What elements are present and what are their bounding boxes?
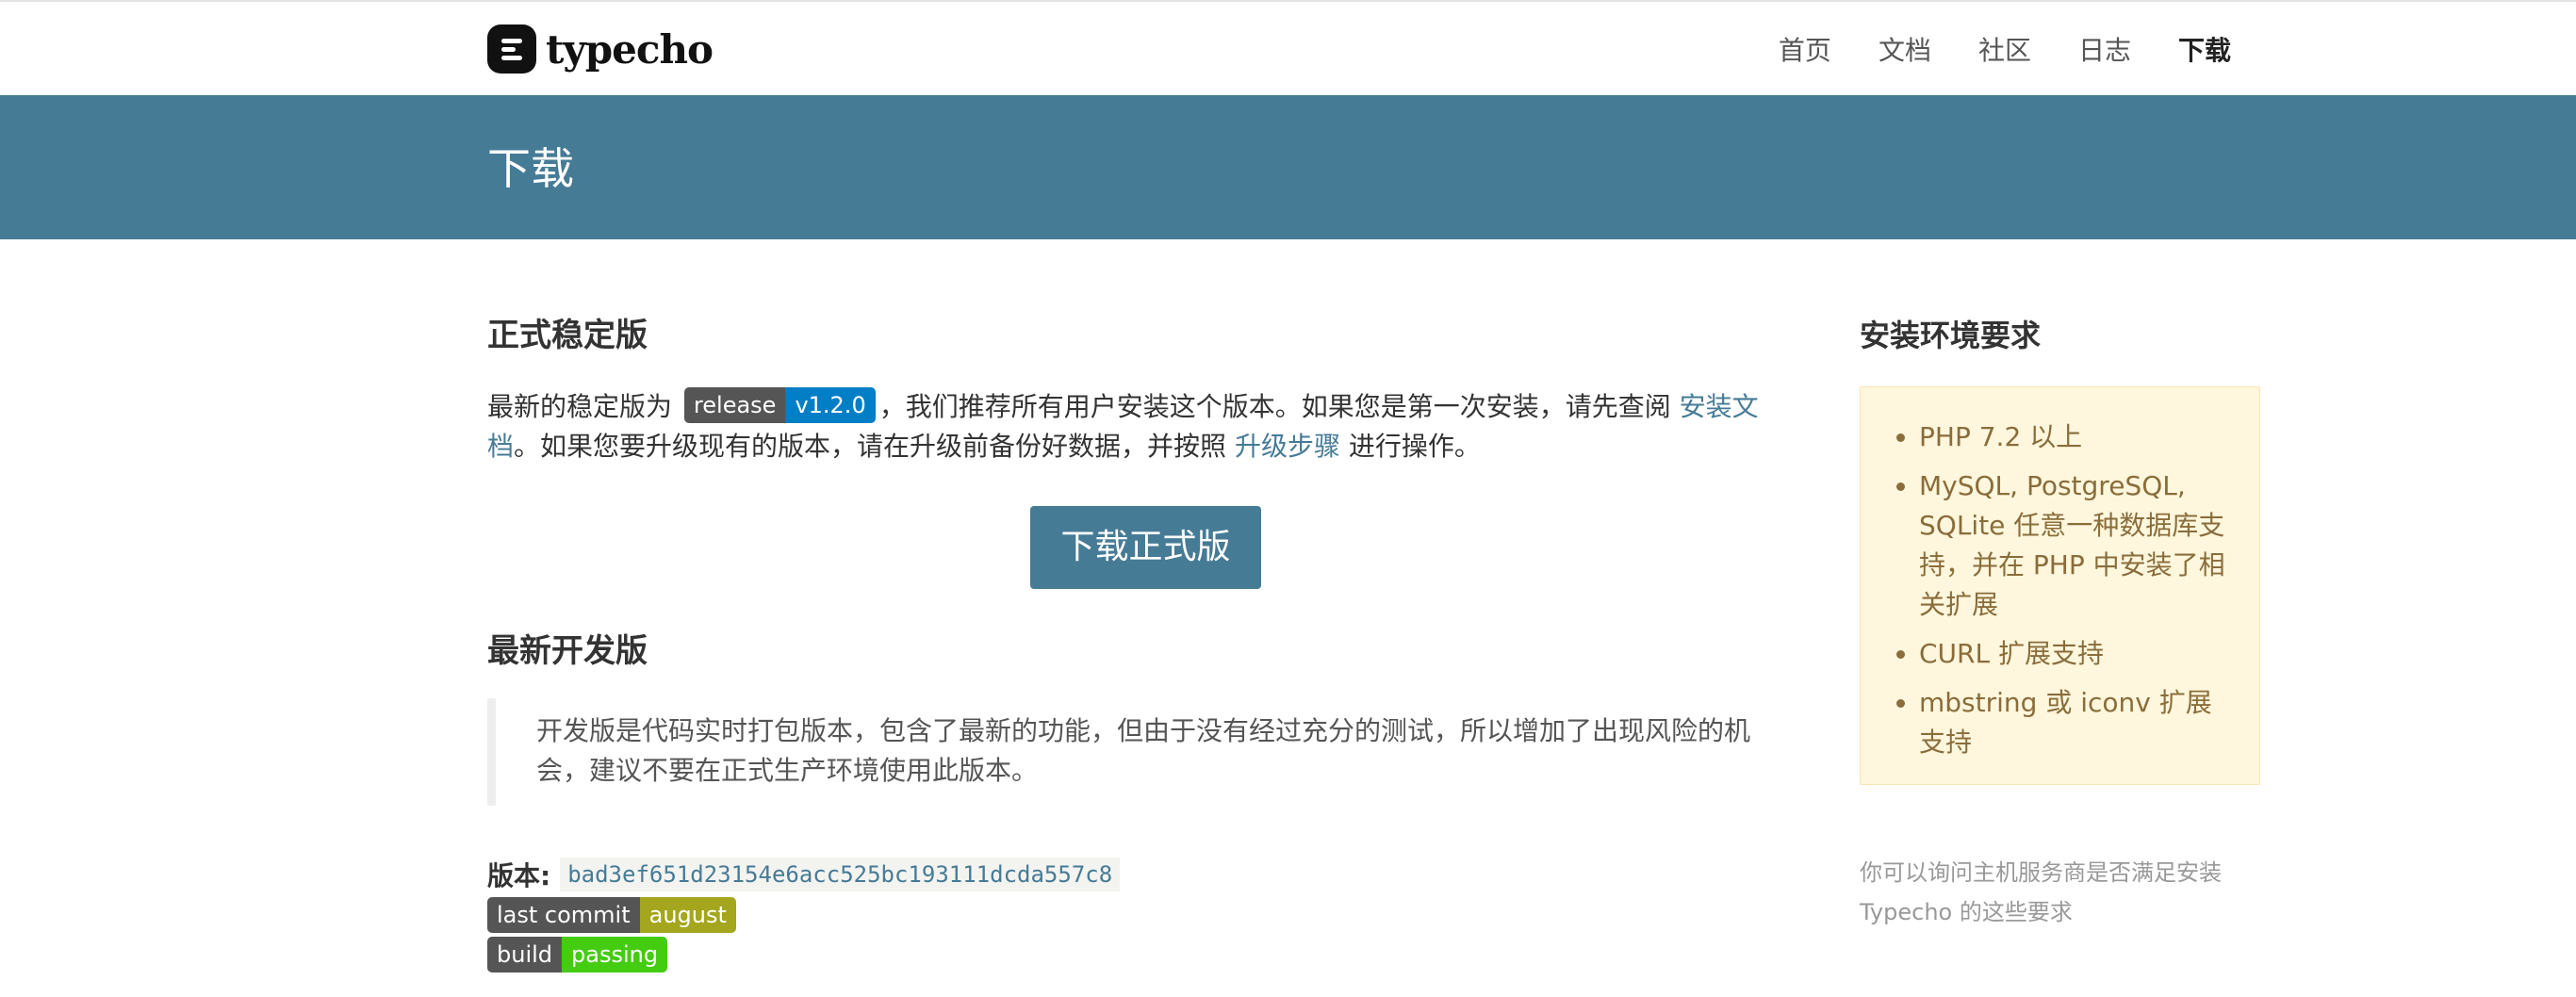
download-stable-button[interactable]: 下载正式版 bbox=[1030, 506, 1261, 589]
version-row: 版本: bad3ef651d23154e6acc525bc193111dcda5… bbox=[487, 856, 1121, 893]
release-badge: release v1.2.0 bbox=[683, 387, 876, 423]
site-logo[interactable]: typecho bbox=[487, 25, 714, 74]
upgrade-steps-link[interactable]: 升级步骤 bbox=[1235, 431, 1340, 462]
requirements-note: 你可以询问主机服务商是否满足安装 Typecho 的这些要求 bbox=[1860, 859, 2222, 925]
nav-docs[interactable]: 文档 bbox=[1879, 30, 1931, 68]
version-hash: bad3ef651d23154e6acc525bc193111dcda557c8 bbox=[560, 858, 1121, 891]
dev-notice: 开发版是代码实时打包版本，包含了最新的功能，但由于没有经过充分的测试，所以增加了… bbox=[487, 698, 1762, 806]
stable-text-4: 进行操作。 bbox=[1348, 431, 1481, 462]
nav-download[interactable]: 下载 bbox=[2178, 30, 2231, 68]
last-commit-badge-label: last commit bbox=[487, 897, 640, 933]
stable-section-title: 正式稳定版 bbox=[487, 317, 648, 354]
page-content: 正式稳定版 最新的稳定版为 release v1.2.0 ，我们推荐所有用户安装… bbox=[0, 239, 2576, 997]
requirement-item: mbstring 或 iconv 扩展支持 bbox=[1919, 683, 2231, 762]
stable-text-2: ，我们推荐所有用户安装这个版本。如果您是第一次安装，请先查阅 bbox=[878, 391, 1671, 422]
last-commit-badge-value: august bbox=[639, 897, 736, 933]
build-badge: build passing bbox=[487, 937, 668, 972]
build-badge-label: build bbox=[487, 937, 563, 972]
nav-community[interactable]: 社区 bbox=[1978, 30, 2031, 68]
requirements-box: PHP 7.2 以上 MySQL, PostgreSQL, SQLite 任意一… bbox=[1860, 386, 2260, 785]
site-header: typecho 首页 文档 社区 日志 下载 bbox=[0, 2, 2576, 95]
release-badge-label: release bbox=[683, 387, 786, 423]
stable-text-3: 。如果您要升级现有的版本，请在升级前备份好数据，并按照 bbox=[514, 431, 1227, 462]
stable-description: 最新的稳定版为 release v1.2.0 ，我们推荐所有用户安装这个版本。如… bbox=[487, 387, 1788, 466]
main-nav: 首页 文档 社区 日志 下载 bbox=[1779, 30, 2231, 68]
build-badge-value: passing bbox=[562, 937, 668, 972]
requirement-item: MySQL, PostgreSQL, SQLite 任意一种数据库支持，并在 P… bbox=[1919, 466, 2231, 625]
page-banner: 下载 bbox=[0, 95, 2576, 239]
logo-text: typecho bbox=[546, 25, 714, 73]
stable-text-1: 最新的稳定版为 bbox=[487, 391, 673, 422]
nav-home[interactable]: 首页 bbox=[1779, 30, 1831, 68]
version-label: 版本: bbox=[487, 860, 551, 891]
typecho-logo-icon bbox=[487, 25, 536, 74]
requirement-item: PHP 7.2 以上 bbox=[1919, 417, 2231, 457]
dev-section-title: 最新开发版 bbox=[487, 632, 648, 670]
nav-blog[interactable]: 日志 bbox=[2078, 30, 2131, 68]
requirements-title: 安装环境要求 bbox=[1860, 318, 2042, 353]
release-badge-version: v1.2.0 bbox=[785, 387, 876, 423]
requirements-list: PHP 7.2 以上 MySQL, PostgreSQL, SQLite 任意一… bbox=[1861, 387, 2259, 762]
page-title: 下载 bbox=[487, 143, 574, 194]
last-commit-badge: last commit august bbox=[487, 897, 736, 933]
requirement-item: CURL 扩展支持 bbox=[1919, 634, 2231, 674]
